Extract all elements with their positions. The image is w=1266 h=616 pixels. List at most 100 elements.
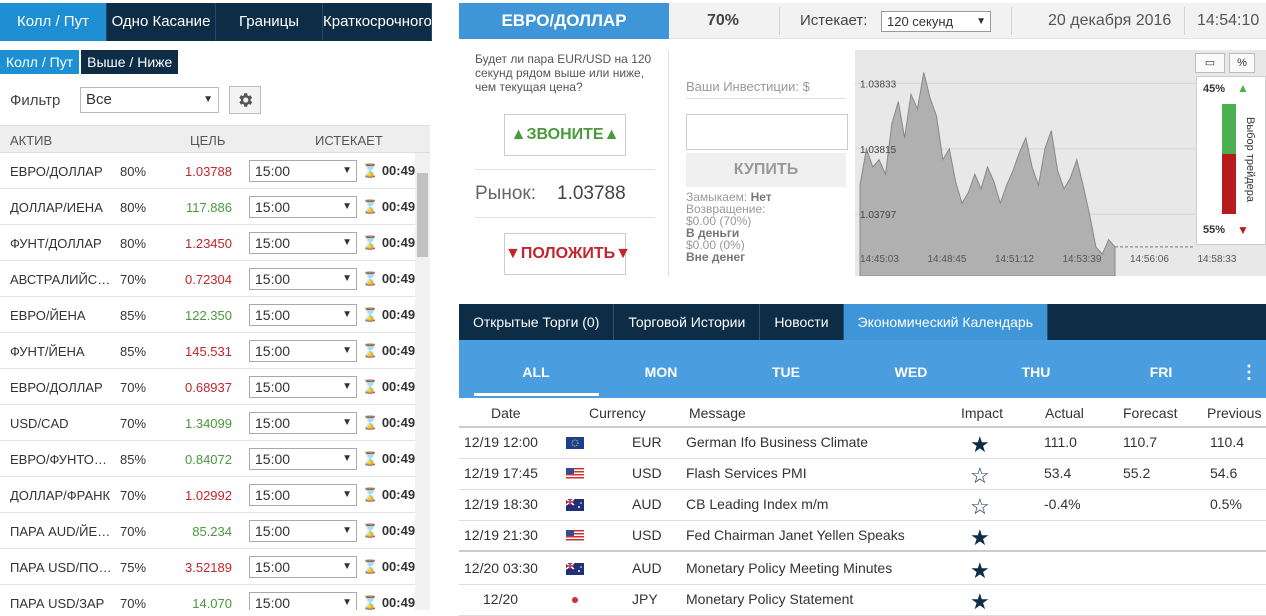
asset-payout: 85% xyxy=(120,308,147,323)
day-tue[interactable]: TUE xyxy=(756,364,816,380)
chevron-down-icon: ▼ xyxy=(342,525,352,536)
asset-target: 1.02992 xyxy=(185,488,232,503)
calendar-row[interactable]: 12/20 03:30 AUD Monetary Policy Meeting Mi… xyxy=(459,554,1266,585)
scroll-thumb[interactable] xyxy=(417,173,428,257)
asset-row[interactable]: ДОЛЛАР/ИЕНА 80% 117.886 15:00 ▼ ⌛ 00:49 xyxy=(0,189,430,225)
asset-payout: 70% xyxy=(120,524,147,539)
asset-row[interactable]: ДОЛЛАР/ФРАНК 70% 1.02992 15:00 ▼ ⌛ 00:49 xyxy=(0,477,430,513)
divider xyxy=(475,169,655,170)
x-tick-label: 14:53:39 xyxy=(1063,254,1102,265)
asset-row[interactable]: ЕВРО/ДОЛЛАР 80% 1.03788 15:00 ▼ ⌛ 00:49 xyxy=(0,153,430,189)
put-label: ПОЛОЖИТЬ xyxy=(520,245,616,262)
call-button[interactable]: ▲ЗВОНИТЕ▲ xyxy=(504,114,626,156)
asset-expiry-select[interactable]: 15:00 ▼ xyxy=(249,232,357,254)
subtab-above-below[interactable]: Выше / Ниже xyxy=(81,50,179,74)
filter-select[interactable]: Все ▼ xyxy=(80,87,219,113)
asset-name: ПАРА USD/ПОП… xyxy=(10,560,115,575)
chevron-down-icon: ▼ xyxy=(342,453,352,464)
asset-time-left: ⌛ 00:49 xyxy=(362,523,415,539)
settings-button[interactable] xyxy=(229,86,261,114)
asset-row[interactable]: ЕВРО/ФУНТОВ … 85% 0.84072 15:00 ▼ ⌛ 00:49 xyxy=(0,441,430,477)
put-button[interactable]: ▼ПОЛОЖИТЬ▼ xyxy=(504,233,631,275)
event-forecast: 55.2 xyxy=(1123,465,1151,481)
asset-row[interactable]: USD/CAD 70% 1.34099 15:00 ▼ ⌛ 00:49 xyxy=(0,405,430,441)
asset-expiry-select[interactable]: 15:00 ▼ xyxy=(249,340,357,362)
day-mon[interactable]: MON xyxy=(631,364,691,380)
asset-expiry-value: 15:00 xyxy=(255,235,291,251)
asset-expiry-select[interactable]: 15:00 ▼ xyxy=(249,304,357,326)
tab-trade-history[interactable]: Торговой Истории xyxy=(614,304,761,340)
hourglass-icon: ⌛ xyxy=(362,271,379,286)
day-fri[interactable]: FRI xyxy=(1131,364,1191,380)
event-date: 12/19 21:30 xyxy=(464,527,538,543)
subtab-call-put[interactable]: Колл / Пут xyxy=(0,50,80,74)
chart-percent-button[interactable]: % xyxy=(1229,53,1255,73)
tab-one-touch[interactable]: Одно Касание xyxy=(107,3,216,41)
tab-news[interactable]: Новости xyxy=(760,304,844,340)
divider xyxy=(779,7,780,35)
trade-stats: Замыкаем: Нет Возвращение: $0.00 (70%) В… xyxy=(686,191,772,263)
asset-time-value: 00:49 xyxy=(381,487,416,502)
more-menu-icon[interactable]: ⋮ xyxy=(1240,362,1258,383)
asset-row[interactable]: ЕВРО/ДОЛЛАР 70% 0.68937 15:00 ▼ ⌛ 00:49 xyxy=(0,369,430,405)
asset-row[interactable]: ПАРА USD/ЗАР 70% 14.070 15:00 ▼ ⌛ 00:49 xyxy=(0,585,430,610)
calendar-row[interactable]: 12/19 12:00 EUR German Ifo Business Climat… xyxy=(459,428,1266,459)
asset-list: ЕВРО/ДОЛЛАР 80% 1.03788 15:00 ▼ ⌛ 00:49 ДОЛЛАР… xyxy=(0,153,430,610)
price-area xyxy=(859,72,1116,276)
asset-expiry-select[interactable]: 15:00 ▼ xyxy=(249,376,357,398)
asset-payout: 80% xyxy=(120,164,147,179)
filter-row: Фильтр Все ▼ xyxy=(10,86,261,114)
day-all[interactable]: ALL xyxy=(506,364,566,380)
calendar-row[interactable]: 12/19 21:30 USD Fed Chairman Janet Yellen … xyxy=(459,521,1266,552)
asset-row[interactable]: ФУНТ/ДОЛЛАР 80% 1.23450 15:00 ▼ ⌛ 00:49 xyxy=(0,225,430,261)
asset-time-value: 00:49 xyxy=(381,199,416,214)
calendar-row[interactable]: 12/20 JPY Monetary Policy Statement ★ xyxy=(459,585,1266,616)
asset-expiry-select[interactable]: 15:00 ▼ xyxy=(249,592,357,610)
asset-row[interactable]: ПАРА AUD/ЙЕНА 70% 85.234 15:00 ▼ ⌛ 00:49 xyxy=(0,513,430,549)
buy-button[interactable]: КУПИТЬ xyxy=(686,153,846,187)
calendar-row[interactable]: 12/19 17:45 USD Flash Services PMI ☆ 53.4 55.… xyxy=(459,459,1266,490)
asset-name: USD/CAD xyxy=(10,416,69,431)
asset-name: АВСТРАЛИЙСК… xyxy=(10,272,115,287)
asset-expiry-select[interactable]: 15:00 ▼ xyxy=(249,196,357,218)
asset-row[interactable]: ФУНТ/ЙЕНА 85% 145.531 15:00 ▼ ⌛ 00:49 xyxy=(0,333,430,369)
expiry-select[interactable]: 120 секунд ▼ xyxy=(881,11,991,32)
tab-call-put[interactable]: Колл / Пут xyxy=(0,3,107,41)
asset-target: 0.68937 xyxy=(185,380,232,395)
tab-short-term[interactable]: Краткосрочного xyxy=(323,3,432,41)
tab-boundaries[interactable]: Границы xyxy=(216,3,323,41)
tab-economic-calendar[interactable]: Экономический Календарь xyxy=(843,304,1049,340)
chart-window-button[interactable]: ▭ xyxy=(1195,53,1225,73)
asset-row[interactable]: ЕВРО/ЙЕНА 85% 122.350 15:00 ▼ ⌛ 00:49 xyxy=(0,297,430,333)
hourglass-icon: ⌛ xyxy=(362,487,379,502)
asset-expiry-select[interactable]: 15:00 ▼ xyxy=(249,520,357,542)
asset-expiry-select[interactable]: 15:00 ▼ xyxy=(249,484,357,506)
asset-expiry-select[interactable]: 15:00 ▼ xyxy=(249,268,357,290)
day-thu[interactable]: THU xyxy=(1006,364,1066,380)
asset-time-left: ⌛ 00:49 xyxy=(362,235,415,251)
asset-row[interactable]: ПАРА USD/ПОП… 75% 3.52189 15:00 ▼ ⌛ 00:49 xyxy=(0,549,430,585)
expiry-value: 120 секунд xyxy=(887,14,954,29)
asset-name: ПАРА AUD/ЙЕНА xyxy=(10,524,115,539)
hourglass-icon: ⌛ xyxy=(362,451,379,466)
asset-expiry-select[interactable]: 15:00 ▼ xyxy=(249,556,357,578)
day-wed[interactable]: WED xyxy=(881,364,941,380)
asset-expiry-select[interactable]: 15:00 ▼ xyxy=(249,160,357,182)
asset-scrollbar[interactable] xyxy=(415,153,430,610)
price-chart[interactable]: 1.03833 1.03815 1.03797 14:45:03 14:48:45 14:… xyxy=(855,50,1266,276)
event-previous: 0.5% xyxy=(1210,496,1242,512)
col-currency: Currency xyxy=(589,405,646,421)
trade-info-bar: 70% Истекает: 120 секунд ▼ 20 декабря 201… xyxy=(669,3,1266,39)
event-date: 12/20 xyxy=(483,591,519,607)
asset-target: 3.52189 xyxy=(185,560,232,575)
calendar-row[interactable]: 12/19 18:30 AUD CB Leading Index m/m ☆ -0.4%… xyxy=(459,490,1266,521)
asset-expiry-select[interactable]: 15:00 ▼ xyxy=(249,448,357,470)
tab-open-trades[interactable]: Открытые Торги (0) xyxy=(459,304,615,340)
chevron-down-icon: ▼ xyxy=(342,273,352,284)
arrow-down-icon: ▼ xyxy=(615,245,631,262)
event-message: Flash Services PMI xyxy=(686,465,807,481)
asset-expiry-select[interactable]: 15:00 ▼ xyxy=(249,412,357,434)
hourglass-icon: ⌛ xyxy=(362,559,379,574)
asset-row[interactable]: АВСТРАЛИЙСК… 70% 0.72304 15:00 ▼ ⌛ 00:49 xyxy=(0,261,430,297)
investment-input[interactable] xyxy=(686,114,848,150)
